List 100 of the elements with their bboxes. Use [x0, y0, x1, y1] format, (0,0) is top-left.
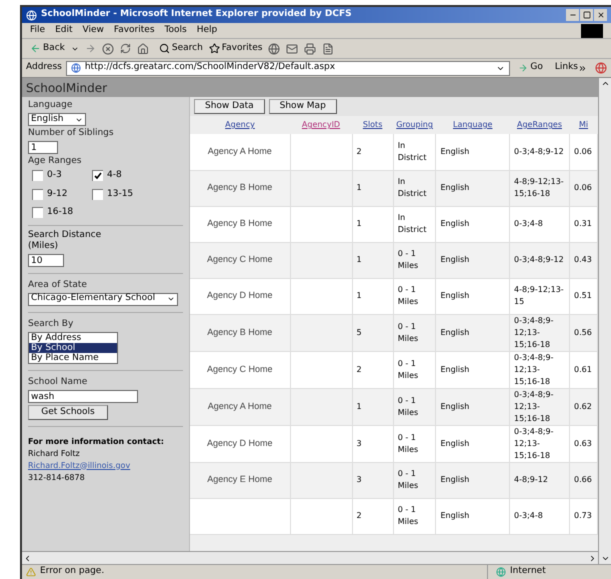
zone-text: Internet: [510, 565, 546, 578]
checkbox[interactable]: [92, 170, 103, 182]
table-cell: 0.06: [574, 183, 592, 192]
table-cell: Agency C Home: [206, 364, 273, 374]
favorites-button[interactable]: Favorites: [208, 42, 262, 56]
menu-item[interactable]: File: [30, 24, 46, 38]
table-cell: 0.61: [574, 364, 592, 374]
edit-icon[interactable]: [322, 42, 334, 54]
status-text: Error on page.: [40, 565, 104, 578]
menu-item[interactable]: Tools: [164, 24, 187, 38]
field-label: Age Ranges: [28, 156, 82, 167]
chevrons-icon: [578, 64, 587, 72]
vertical-scrollbar[interactable]: [598, 78, 611, 564]
table-cell: 0 - 1 Miles: [398, 505, 418, 526]
checkbox[interactable]: [32, 207, 43, 218]
table-cell: 0 - 1 Miles: [398, 469, 418, 490]
scroll-up-icon[interactable]: [600, 79, 610, 88]
checkbox-label: 13-15: [107, 188, 134, 200]
checkbox-label: 9-12: [47, 188, 68, 200]
table-cell: English: [440, 328, 470, 336]
table-cell: 5: [356, 328, 362, 336]
field-label: Search Distance (Miles): [28, 230, 102, 252]
search-button[interactable]: Search: [158, 42, 203, 56]
horizontal-scrollbar[interactable]: [22, 551, 598, 564]
table-cell: 0.66: [574, 475, 592, 484]
column-header-link[interactable]: Mi: [578, 120, 588, 129]
tab-button[interactable]: Show Data: [194, 99, 265, 114]
go-button[interactable]: Go: [514, 61, 547, 75]
field-label: Language: [28, 100, 74, 111]
check-icon: [94, 172, 102, 180]
column-header-link[interactable]: Agency: [225, 120, 255, 129]
table-cell: Agency D Home: [206, 438, 273, 448]
caret-icon: [167, 295, 175, 303]
menu-item[interactable]: Help: [196, 24, 218, 38]
warning-icon: [26, 567, 36, 577]
table-cell: Agency A Home: [208, 146, 272, 156]
print-icon[interactable]: [304, 42, 316, 54]
checkbox[interactable]: [32, 170, 43, 182]
get-schools-button[interactable]: Get Schools: [28, 404, 108, 420]
table-cell: 4-8;9-12;13-15: [514, 285, 564, 306]
home-icon[interactable]: [136, 42, 149, 54]
minimize-button[interactable]: [566, 9, 579, 21]
zone-icon: [496, 567, 506, 577]
table-cell: 0.31: [574, 219, 592, 228]
table-cell: 0 - 1 Miles: [398, 358, 418, 380]
school-name-field[interactable]: wash: [28, 390, 138, 402]
list-option[interactable]: By Address: [29, 332, 117, 342]
media-icon[interactable]: [268, 42, 280, 54]
menu-item[interactable]: Favorites: [114, 24, 155, 38]
column-header-link[interactable]: AgeRanges: [517, 120, 562, 129]
scroll-down-icon[interactable]: [600, 554, 610, 563]
column-header-link[interactable]: Grouping: [396, 120, 433, 129]
menu-item[interactable]: Edit: [55, 24, 72, 38]
close-icon: [596, 11, 604, 19]
table-cell: 1: [356, 183, 362, 192]
table-cell: English: [440, 146, 470, 156]
column-header-link[interactable]: AgencyID: [302, 120, 340, 129]
table-cell: 0-3;4-8;9-12;13-15;16-18: [514, 390, 554, 422]
mail-icon[interactable]: [286, 42, 298, 54]
column-header-link[interactable]: Language: [452, 120, 492, 129]
menu-item[interactable]: View: [82, 24, 104, 38]
checkbox-label: 4-8: [107, 169, 122, 182]
stop-icon[interactable]: [102, 42, 114, 54]
checkbox[interactable]: [32, 188, 43, 200]
table-cell: 2: [356, 511, 362, 520]
table-cell: English: [440, 511, 470, 520]
table-cell: 0.43: [574, 255, 592, 264]
table-cell: 2: [356, 364, 362, 374]
distance-field[interactable]: 10: [28, 254, 64, 266]
table-cell: 0.56: [574, 328, 592, 336]
checkbox[interactable]: [92, 188, 103, 200]
table-cell: 1: [356, 291, 362, 300]
scroll-right-icon[interactable]: [588, 554, 597, 562]
links-button[interactable]: Links: [550, 61, 591, 75]
toolbar-icon[interactable]: [595, 62, 607, 74]
back-button[interactable]: Back: [30, 42, 65, 56]
checkbox-label: 0-3: [47, 169, 62, 182]
list-option[interactable]: By School: [29, 342, 117, 352]
table-cell: 0.63: [574, 438, 592, 448]
tab-button[interactable]: Show Map: [268, 99, 337, 114]
checkbox-label: 16-18: [47, 206, 74, 219]
refresh-icon[interactable]: [120, 43, 131, 54]
table-cell: English: [440, 402, 470, 410]
table-cell: 0.51: [574, 291, 592, 300]
table-cell: Agency D Home: [206, 290, 273, 300]
email-link[interactable]: Richard.Foltz@illinois.gov: [28, 460, 130, 470]
scroll-left-icon[interactable]: [23, 554, 32, 562]
language-select[interactable]: English: [28, 113, 86, 126]
area-select[interactable]: Chicago-Elementary School: [28, 292, 178, 306]
contact-name: Richard Foltz: [28, 448, 81, 458]
search-by-list[interactable]: By Address By School By Place Name: [28, 332, 118, 364]
siblings-field[interactable]: 1: [28, 141, 58, 154]
list-option[interactable]: By Place Name: [29, 352, 117, 362]
table-cell: 0-3;4-8;9-12: [514, 146, 564, 156]
column-header-link[interactable]: Slots: [362, 120, 382, 129]
table-cell: 0 - 1 Miles: [398, 249, 418, 270]
address-field[interactable]: http://dcfs.greatarc.com/SchoolMinderV82/Default.aspx: [66, 60, 510, 76]
maximize-button[interactable]: [580, 9, 593, 21]
back-arrow-icon: [30, 43, 41, 54]
close-button[interactable]: [594, 9, 607, 21]
